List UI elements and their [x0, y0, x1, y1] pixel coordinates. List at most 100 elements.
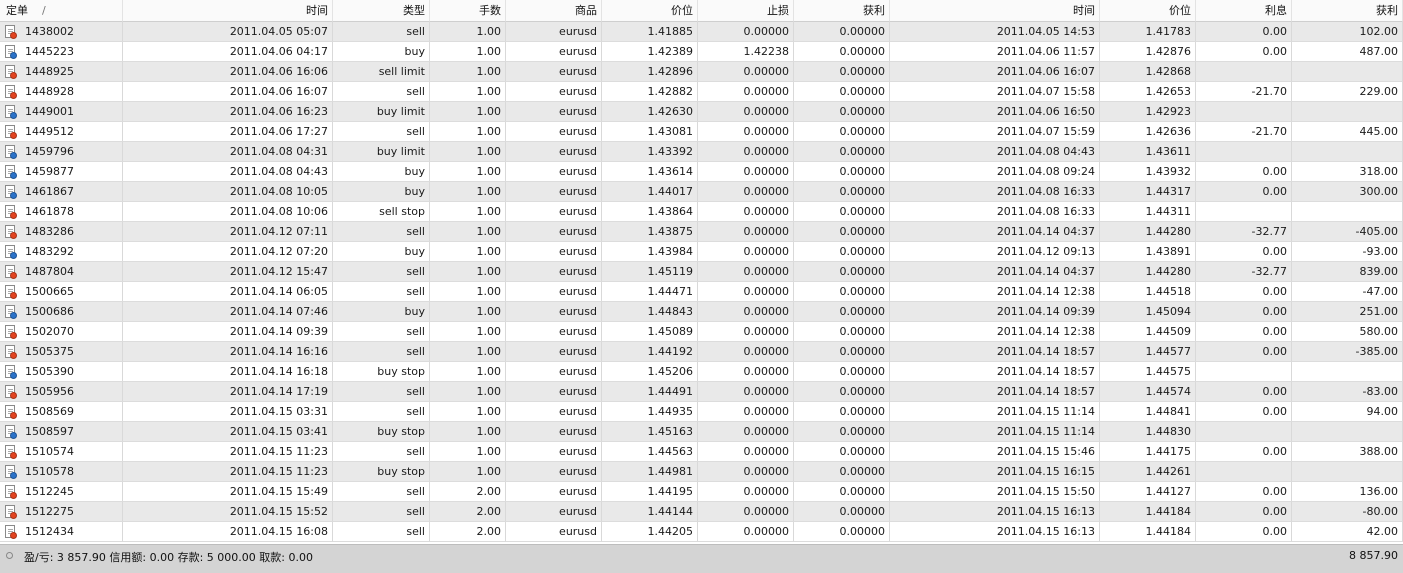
table-cell-lots: 1.00 — [430, 362, 506, 382]
table-cell-type: buy — [333, 242, 430, 262]
table-cell-profit: 580.00 — [1292, 322, 1403, 342]
table-cell-open-price: 1.44144 — [602, 502, 698, 522]
table-cell-swap — [1196, 462, 1292, 482]
table-cell-profit: 42.00 — [1292, 522, 1403, 542]
buy-order-icon — [4, 44, 17, 59]
column-header-swap[interactable]: 利息 — [1196, 0, 1292, 22]
table-cell-type: buy stop — [333, 362, 430, 382]
table-cell-lots: 1.00 — [430, 182, 506, 202]
table-cell-ticket[interactable]: 1510578 — [0, 462, 123, 482]
table-cell-take-profit: 0.00000 — [794, 242, 890, 262]
table-cell-ticket[interactable]: 1483286 — [0, 222, 123, 242]
table-cell-swap — [1196, 362, 1292, 382]
table-cell-symbol: eurusd — [506, 82, 602, 102]
sell-order-icon — [4, 344, 17, 359]
table-cell-swap: 0.00 — [1196, 322, 1292, 342]
table-cell-lots: 1.00 — [430, 262, 506, 282]
table-cell-take-profit: 0.00000 — [794, 422, 890, 442]
table-cell-close-price: 1.44317 — [1100, 182, 1196, 202]
table-cell-swap: 0.00 — [1196, 282, 1292, 302]
table-cell-profit: 300.00 — [1292, 182, 1403, 202]
table-cell-open-time: 2011.04.14 07:46 — [123, 302, 333, 322]
table-cell-lots: 1.00 — [430, 222, 506, 242]
table-cell-ticket[interactable]: 1445223 — [0, 42, 123, 62]
table-cell-ticket[interactable]: 1510574 — [0, 442, 123, 462]
column-header-open-time[interactable]: 时间 — [123, 0, 333, 22]
table-cell-swap — [1196, 102, 1292, 122]
column-header-stop-loss[interactable]: 止损 — [698, 0, 794, 22]
table-cell-symbol: eurusd — [506, 42, 602, 62]
column-header-type[interactable]: 类型 — [333, 0, 430, 22]
table-cell-close-time: 2011.04.07 15:59 — [890, 122, 1100, 142]
table-cell-open-price: 1.44981 — [602, 462, 698, 482]
table-cell-ticket[interactable]: 1505390 — [0, 362, 123, 382]
table-cell-open-time: 2011.04.08 04:31 — [123, 142, 333, 162]
table-cell-close-price: 1.45094 — [1100, 302, 1196, 322]
table-cell-type: buy stop — [333, 422, 430, 442]
table-cell-ticket[interactable]: 1459796 — [0, 142, 123, 162]
table-cell-ticket[interactable]: 1508569 — [0, 402, 123, 422]
column-header-label: 时间 — [1073, 4, 1095, 17]
table-cell-ticket[interactable]: 1500665 — [0, 282, 123, 302]
table-cell-take-profit: 0.00000 — [794, 402, 890, 422]
buy-order-icon — [4, 104, 17, 119]
table-cell-ticket[interactable]: 1487804 — [0, 262, 123, 282]
table-cell-ticket[interactable]: 1483292 — [0, 242, 123, 262]
column-header-open-price[interactable]: 价位 — [602, 0, 698, 22]
table-cell-close-time: 2011.04.15 15:46 — [890, 442, 1100, 462]
table-cell-ticket[interactable]: 1512245 — [0, 482, 123, 502]
column-header-label: 定单 — [6, 4, 28, 17]
table-cell-open-time: 2011.04.05 05:07 — [123, 22, 333, 42]
table-cell-ticket[interactable]: 1448925 — [0, 62, 123, 82]
column-header-ticket[interactable]: 定单 / — [0, 0, 123, 22]
status-circle-icon — [6, 552, 13, 559]
table-cell-ticket[interactable]: 1459877 — [0, 162, 123, 182]
table-cell-lots: 1.00 — [430, 202, 506, 222]
table-cell-ticket[interactable]: 1500686 — [0, 302, 123, 322]
table-cell-open-price: 1.44491 — [602, 382, 698, 402]
table-cell-ticket[interactable]: 1461867 — [0, 182, 123, 202]
table-cell-profit: -83.00 — [1292, 382, 1403, 402]
table-cell-ticket[interactable]: 1449001 — [0, 102, 123, 122]
column-header-close-time[interactable]: 时间 — [890, 0, 1100, 22]
table-cell-ticket[interactable]: 1512275 — [0, 502, 123, 522]
table-cell-open-time: 2011.04.12 15:47 — [123, 262, 333, 282]
column-header-take-profit[interactable]: 获利 — [794, 0, 890, 22]
table-cell-open-price: 1.44471 — [602, 282, 698, 302]
table-cell-stop-loss: 0.00000 — [698, 62, 794, 82]
column-header-symbol[interactable]: 商品 — [506, 0, 602, 22]
table-cell-ticket[interactable]: 1512434 — [0, 522, 123, 542]
ticket-number: 1508569 — [25, 405, 74, 418]
table-cell-take-profit: 0.00000 — [794, 222, 890, 242]
table-cell-open-time: 2011.04.15 03:41 — [123, 422, 333, 442]
table-cell-lots: 1.00 — [430, 382, 506, 402]
table-cell-ticket[interactable]: 1505956 — [0, 382, 123, 402]
table-cell-ticket[interactable]: 1502070 — [0, 322, 123, 342]
table-cell-ticket[interactable]: 1438002 — [0, 22, 123, 42]
column-header-profit[interactable]: 获利 — [1292, 0, 1403, 22]
table-cell-profit: 136.00 — [1292, 482, 1403, 502]
column-header-label: 商品 — [575, 4, 597, 17]
table-cell-close-time: 2011.04.14 09:39 — [890, 302, 1100, 322]
table-cell-ticket[interactable]: 1505375 — [0, 342, 123, 362]
table-cell-ticket[interactable]: 1508597 — [0, 422, 123, 442]
sell-order-icon — [4, 404, 17, 419]
table-cell-open-time: 2011.04.08 04:43 — [123, 162, 333, 182]
table-cell-profit: 487.00 — [1292, 42, 1403, 62]
column-header-lots[interactable]: 手数 — [430, 0, 506, 22]
column-header-label: 价位 — [671, 4, 693, 17]
table-cell-close-price: 1.44577 — [1100, 342, 1196, 362]
table-cell-take-profit: 0.00000 — [794, 82, 890, 102]
table-cell-swap: -32.77 — [1196, 222, 1292, 242]
table-cell-close-time: 2011.04.12 09:13 — [890, 242, 1100, 262]
column-header-close-price[interactable]: 价位 — [1100, 0, 1196, 22]
table-cell-close-price: 1.44261 — [1100, 462, 1196, 482]
table-cell-open-time: 2011.04.14 09:39 — [123, 322, 333, 342]
table-cell-ticket[interactable]: 1449512 — [0, 122, 123, 142]
table-cell-symbol: eurusd — [506, 222, 602, 242]
table-cell-lots: 1.00 — [430, 282, 506, 302]
table-cell-close-price: 1.42923 — [1100, 102, 1196, 122]
table-cell-ticket[interactable]: 1461878 — [0, 202, 123, 222]
table-cell-lots: 1.00 — [430, 102, 506, 122]
table-cell-ticket[interactable]: 1448928 — [0, 82, 123, 102]
